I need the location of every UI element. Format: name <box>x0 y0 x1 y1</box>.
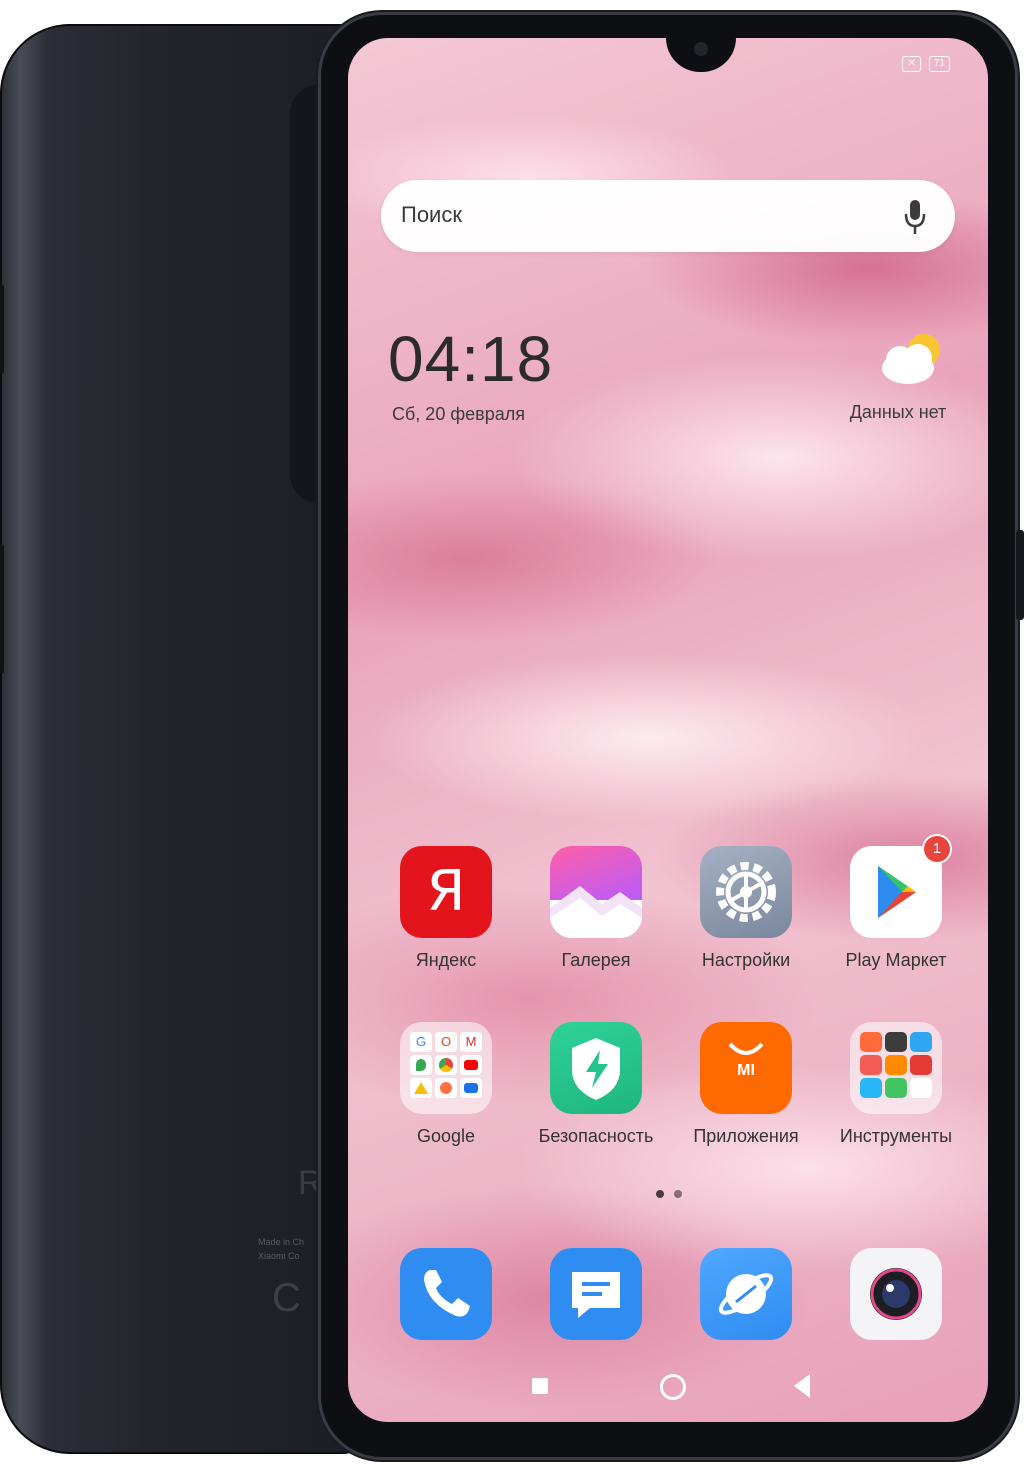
navigation-bar <box>348 1372 988 1402</box>
app-settings[interactable]: Настройки <box>671 846 821 971</box>
phone-icon <box>400 1248 492 1340</box>
clock-date: Сб, 20 февраля <box>392 404 525 424</box>
folder-app-icon <box>885 1032 907 1052</box>
dock-messages[interactable] <box>521 1248 671 1340</box>
product-photo: R Made in Ch Xiaomi Co C ✕ 71 Поиск 04:1… <box>0 0 1024 1480</box>
status-bar: ✕ 71 <box>902 56 950 72</box>
app-label: Настройки <box>701 950 791 970</box>
weather-status: Данных нет <box>849 402 947 422</box>
play-music-icon <box>435 1078 457 1098</box>
page-dot-active[interactable] <box>656 1190 664 1198</box>
microphone-icon[interactable] <box>903 198 927 236</box>
youtube-icon <box>460 1055 482 1075</box>
search-placeholder: Поиск <box>401 202 462 227</box>
home-screen: ✕ 71 Поиск 04:18 Сб, 20 февраля Данных н… <box>348 38 988 1422</box>
app-label: Яндекс <box>415 950 477 970</box>
gear-icon <box>700 846 792 938</box>
shield-icon <box>550 1022 642 1114</box>
search-bar[interactable]: Поиск <box>381 180 955 252</box>
ce-mark: C <box>272 1276 301 1320</box>
page-dot[interactable] <box>674 1190 682 1198</box>
app-yandex[interactable]: Я Яндекс <box>371 846 521 971</box>
app-label: Инструменты <box>839 1126 953 1146</box>
folder-app-glyph: O <box>435 1032 457 1052</box>
recents-button[interactable] <box>532 1378 548 1394</box>
maps-icon <box>410 1055 432 1075</box>
side-button <box>0 284 4 374</box>
app-label: Безопасность <box>538 1126 654 1146</box>
home-button[interactable] <box>660 1374 686 1400</box>
gallery-icon <box>550 846 642 938</box>
yandex-icon: Я <box>400 846 492 938</box>
duo-icon <box>460 1078 482 1098</box>
regulatory-text: Made in Ch <box>258 1237 305 1247</box>
folder-app-icon <box>885 1078 907 1098</box>
folder-app-icon <box>910 1055 932 1075</box>
folder-app-icon <box>860 1055 882 1075</box>
app-label: Google <box>416 1126 476 1146</box>
sim-off-icon: ✕ <box>902 56 921 72</box>
tools-folder-icon <box>850 1022 942 1114</box>
app-label: Приложения <box>693 1126 799 1146</box>
notification-badge: 1 <box>924 836 950 862</box>
back-button[interactable] <box>794 1374 810 1398</box>
folder-app-glyph: G <box>410 1032 432 1052</box>
folder-app-icon <box>910 1032 932 1052</box>
clock-time[interactable]: 04:18 <box>388 322 553 396</box>
messages-icon <box>550 1248 642 1340</box>
chrome-icon <box>435 1055 457 1075</box>
yandex-glyph: Я <box>426 859 466 924</box>
browser-icon <box>700 1248 792 1340</box>
front-camera <box>694 42 708 56</box>
app-label: Play Маркет <box>845 950 947 970</box>
dock-camera[interactable] <box>821 1248 971 1340</box>
side-button <box>0 544 4 674</box>
play-store-icon <box>850 846 942 938</box>
app-gallery[interactable]: Галерея <box>521 846 671 971</box>
mi-store-icon: MI <box>700 1022 792 1114</box>
dock-phone[interactable] <box>371 1248 521 1340</box>
app-mi-apps[interactable]: MI Приложения <box>671 1022 821 1147</box>
folder-app-icon <box>860 1032 882 1052</box>
folder-app-icon <box>885 1055 907 1075</box>
folder-app-icon <box>910 1078 932 1098</box>
drive-icon <box>410 1078 432 1098</box>
app-folder-tools[interactable]: Инструменты <box>821 1022 971 1147</box>
app-label: Галерея <box>561 950 631 970</box>
power-button <box>1016 530 1024 620</box>
app-play-market[interactable]: Play Маркет <box>821 846 971 971</box>
google-folder-icon: G O M <box>400 1022 492 1114</box>
dock-browser[interactable] <box>671 1248 821 1340</box>
weather-partly-cloudy-icon[interactable] <box>878 330 948 386</box>
camera-icon <box>850 1248 942 1340</box>
folder-app-glyph: M <box>460 1032 482 1052</box>
app-folder-google[interactable]: G O M Google <box>371 1022 521 1147</box>
regulatory-text: Xiaomi Co <box>258 1251 300 1261</box>
page-indicator <box>656 1190 682 1198</box>
folder-app-icon <box>860 1078 882 1098</box>
battery-indicator: 71 <box>928 56 950 72</box>
mi-glyph: MI <box>737 1062 755 1079</box>
app-security[interactable]: Безопасность <box>521 1022 671 1147</box>
